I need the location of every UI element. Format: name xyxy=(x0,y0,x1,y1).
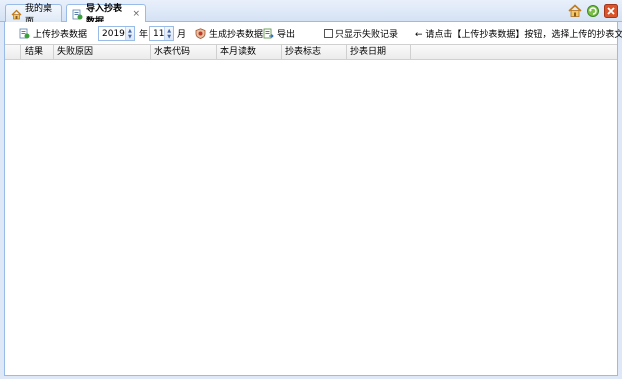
spinner-arrows-icon[interactable]: ▲ ▼ xyxy=(124,27,134,40)
generate-icon xyxy=(195,28,206,39)
upload-button[interactable]: 上传抄表数据 xyxy=(19,22,87,45)
export-button[interactable]: 导出 xyxy=(263,22,295,45)
generate-label: 生成抄表数据 xyxy=(209,30,264,40)
month-unit: 月 xyxy=(177,30,187,40)
column-header-meter-code[interactable]: 水表代码 xyxy=(151,45,217,60)
tab-close-icon[interactable]: × xyxy=(132,9,140,19)
tab-strip: 我的桌面 导入抄表数据 × xyxy=(0,0,622,27)
window-tools xyxy=(568,4,618,18)
tab-my-desktop[interactable]: 我的桌面 xyxy=(5,4,62,27)
home-icon[interactable] xyxy=(568,4,582,18)
column-header-reading-date[interactable]: 抄表日期 xyxy=(347,45,411,60)
checkbox-icon[interactable] xyxy=(324,29,333,38)
hint-text: ← 请点击【上传抄表数据】按钮，选择上传的抄表文件! xyxy=(415,30,622,40)
toolbar: 上传抄表数据 2019 ▲ ▼ 年 11 ▲ ▼ 月 生成抄表数据 导出 只显示失败… xyxy=(5,22,622,45)
import-panel: 上传抄表数据 2019 ▲ ▼ 年 11 ▲ ▼ 月 生成抄表数据 导出 只显示失败… xyxy=(4,22,622,376)
column-header-result[interactable]: 结果 xyxy=(21,45,54,60)
month-spinner[interactable]: 11 ▲ ▼ xyxy=(149,26,174,41)
year-spinner[interactable]: 2019 ▲ ▼ xyxy=(98,26,135,41)
refresh-icon[interactable] xyxy=(586,4,600,18)
import-icon xyxy=(72,9,83,20)
only-failed-label: 只显示失败记录 xyxy=(335,30,399,40)
grid-header: 结果 失败原因 水表代码 本月读数 抄表标志 抄表日期 xyxy=(5,45,617,60)
home-icon xyxy=(11,9,22,20)
grid-body[interactable] xyxy=(5,60,617,375)
column-header-failure-reason[interactable]: 失败原因 xyxy=(54,45,151,60)
only-failed-checkbox[interactable]: 只显示失败记录 xyxy=(324,22,398,45)
upload-icon xyxy=(19,28,30,39)
year-value[interactable]: 2019 xyxy=(99,29,125,39)
year-unit: 年 xyxy=(139,30,149,40)
month-value[interactable]: 11 xyxy=(150,29,164,39)
column-header-reading-flag[interactable]: 抄表标志 xyxy=(282,45,347,60)
export-label: 导出 xyxy=(277,30,296,40)
column-header-current-reading[interactable]: 本月读数 xyxy=(217,45,282,60)
close-icon[interactable] xyxy=(604,4,618,18)
export-icon xyxy=(263,28,274,39)
upload-label: 上传抄表数据 xyxy=(33,30,88,40)
row-number-column xyxy=(5,45,21,60)
tab-import-meter-data[interactable]: 导入抄表数据 × xyxy=(66,4,146,27)
generate-button[interactable]: 生成抄表数据 xyxy=(195,22,263,45)
spinner-arrows-icon[interactable]: ▲ ▼ xyxy=(164,27,173,40)
